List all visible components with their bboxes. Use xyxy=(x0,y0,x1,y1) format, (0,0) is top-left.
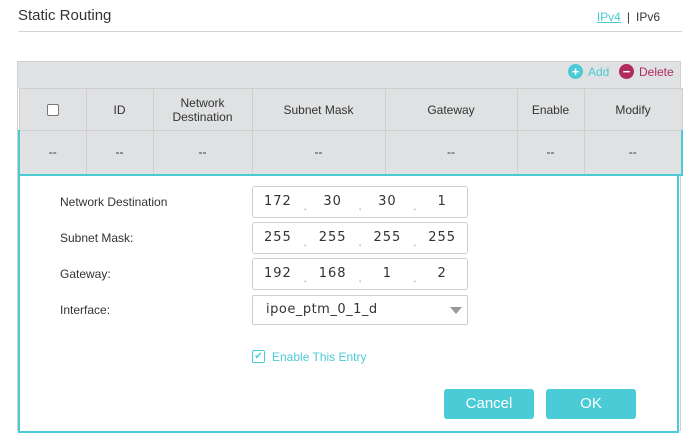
chevron-down-icon xyxy=(450,306,462,314)
header-divider xyxy=(18,31,682,32)
ip-octet-input[interactable]: 168 xyxy=(308,266,358,281)
octet-dot: . xyxy=(413,198,417,213)
routing-table: ID Network Destination Subnet Mask Gatew… xyxy=(18,88,683,176)
ipv-separator: | xyxy=(626,10,630,24)
add-button[interactable]: + Add xyxy=(568,64,609,79)
column-header-id: ID xyxy=(85,88,154,131)
interface-selected-value: ipoe_ptm_0_1_d xyxy=(266,302,378,317)
add-label: Add xyxy=(588,64,610,79)
network-destination-label: Network Destination xyxy=(60,194,168,209)
table-cell: -- xyxy=(251,130,386,176)
ip-octet-input[interactable]: 255 xyxy=(253,230,303,245)
ip-octet-input[interactable]: 255 xyxy=(417,230,467,245)
table-cell: -- xyxy=(516,130,585,176)
ipv6-current[interactable]: IPv6 xyxy=(636,10,660,24)
octet-dot: . xyxy=(358,234,362,249)
table-cell: -- xyxy=(384,130,518,176)
checkmark-icon: ✔ xyxy=(252,350,265,363)
table-cell: -- xyxy=(583,130,683,176)
ip-octet-input[interactable]: 255 xyxy=(363,230,413,245)
octet-dot: . xyxy=(303,198,307,213)
network-destination-field[interactable]: 172. 30. 30. 1 xyxy=(252,185,468,218)
table-toolbar: + Add − Delete xyxy=(18,62,680,88)
cancel-button[interactable]: Cancel xyxy=(444,388,534,419)
ip-octet-input[interactable]: 2 xyxy=(417,266,467,281)
column-header-enable: Enable xyxy=(516,88,585,131)
edit-entry-panel: Network Destination 172. 30. 30. 1 Subne… xyxy=(18,175,679,433)
interface-label: Interface: xyxy=(60,302,111,317)
select-all-header xyxy=(18,88,87,131)
ip-version-switch: IPv4 | IPv6 xyxy=(597,10,660,24)
interface-select[interactable]: ipoe_ptm_0_1_d xyxy=(252,294,468,325)
ip-octet-input[interactable]: 30 xyxy=(308,194,358,209)
delete-button[interactable]: − Delete xyxy=(619,64,674,79)
ip-octet-input[interactable]: 255 xyxy=(308,230,358,245)
table-cell: -- xyxy=(152,130,253,176)
octet-dot: . xyxy=(303,270,307,285)
octet-dot: . xyxy=(413,234,417,249)
table-header-row: ID Network Destination Subnet Mask Gatew… xyxy=(18,88,683,131)
plus-circle-icon: + xyxy=(568,64,583,79)
table-cell: -- xyxy=(18,130,87,176)
enable-entry-label: Enable This Entry xyxy=(272,349,367,364)
octet-dot: . xyxy=(358,198,362,213)
table-cell: -- xyxy=(85,130,154,176)
ok-button[interactable]: OK xyxy=(546,388,636,419)
table-row[interactable]: -- -- -- -- -- -- -- xyxy=(18,130,683,176)
column-header-network-destination: Network Destination xyxy=(152,88,253,131)
column-header-subnet-mask: Subnet Mask xyxy=(251,88,386,131)
routing-table-panel: + Add − Delete ID Network Destination Su… xyxy=(17,61,683,433)
ipv4-link[interactable]: IPv4 xyxy=(597,10,621,24)
delete-label: Delete xyxy=(639,64,674,79)
octet-dot: . xyxy=(303,234,307,249)
ip-octet-input[interactable]: 30 xyxy=(363,194,413,209)
page-title: Static Routing xyxy=(18,7,112,24)
minus-circle-icon: − xyxy=(619,64,634,79)
octet-dot: . xyxy=(413,270,417,285)
subnet-mask-label: Subnet Mask: xyxy=(60,230,134,245)
enable-entry-checkbox[interactable]: ✔ Enable This Entry xyxy=(252,350,367,364)
ip-octet-input[interactable]: 192 xyxy=(253,266,303,281)
gateway-label: Gateway: xyxy=(60,266,111,281)
select-all-checkbox[interactable] xyxy=(46,104,59,117)
gateway-field[interactable]: 192. 168. 1. 2 xyxy=(252,257,468,290)
column-header-gateway: Gateway xyxy=(384,88,518,131)
ip-octet-input[interactable]: 1 xyxy=(363,266,413,281)
subnet-mask-field[interactable]: 255. 255. 255. 255 xyxy=(252,221,468,254)
octet-dot: . xyxy=(358,270,362,285)
ip-octet-input[interactable]: 1 xyxy=(417,194,467,209)
column-header-modify: Modify xyxy=(583,88,683,131)
ip-octet-input[interactable]: 172 xyxy=(253,194,303,209)
